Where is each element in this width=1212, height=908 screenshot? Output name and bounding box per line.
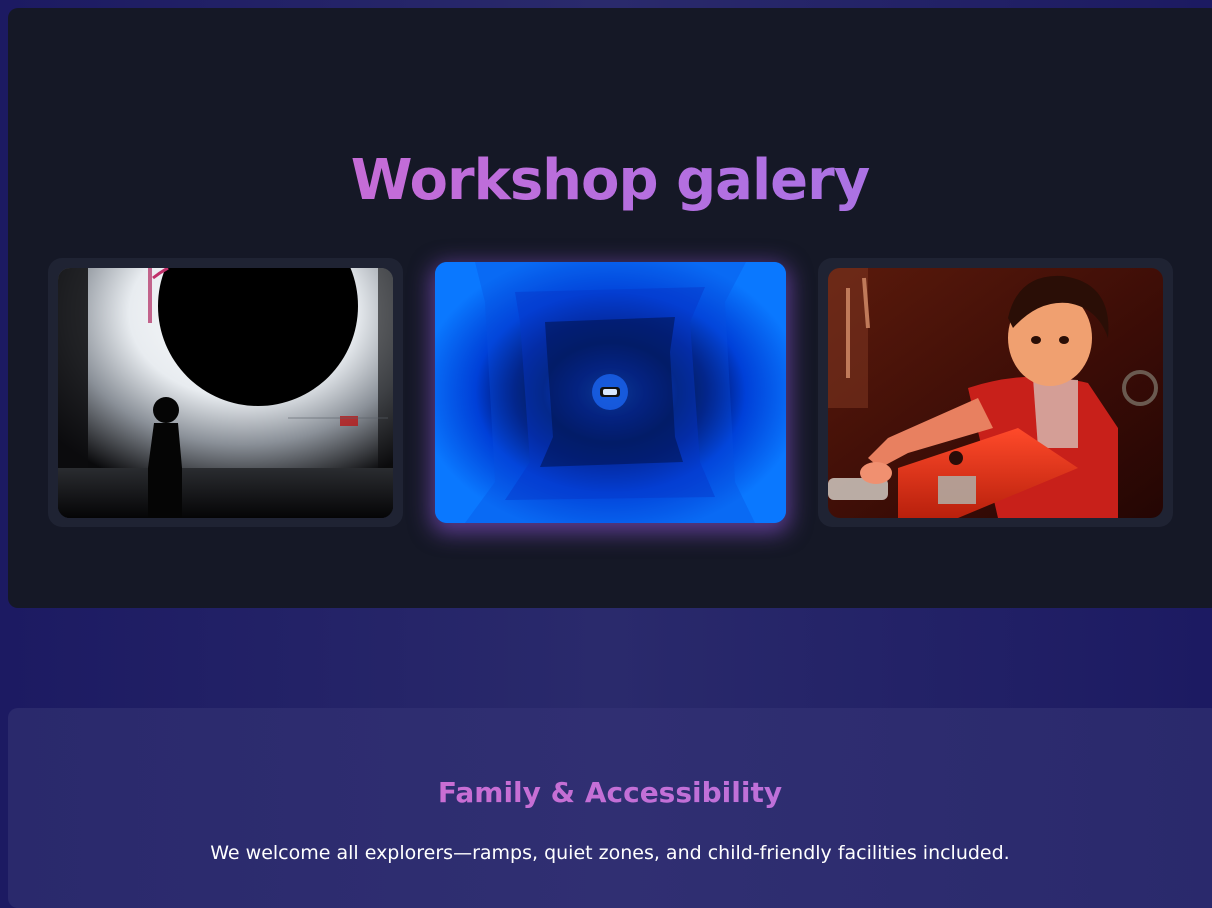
gallery-card-1[interactable] [48, 258, 403, 527]
accessibility-description: We welcome all explorers—ramps, quiet zo… [210, 842, 1010, 864]
workshop-gallery-section: Workshop galery [8, 8, 1212, 608]
gallery-card-3[interactable] [818, 258, 1173, 527]
eclipse-silhouette-photo [58, 268, 393, 518]
family-accessibility-section: Family & Accessibility We welcome all ex… [8, 708, 1212, 908]
blue-tunnel-photo [435, 262, 786, 523]
accessibility-title: Family & Accessibility [8, 776, 1212, 809]
child-red-exhibit-photo [828, 268, 1163, 518]
gallery-card-2[interactable] [435, 262, 786, 523]
gallery-title: Workshop galery [8, 148, 1212, 213]
